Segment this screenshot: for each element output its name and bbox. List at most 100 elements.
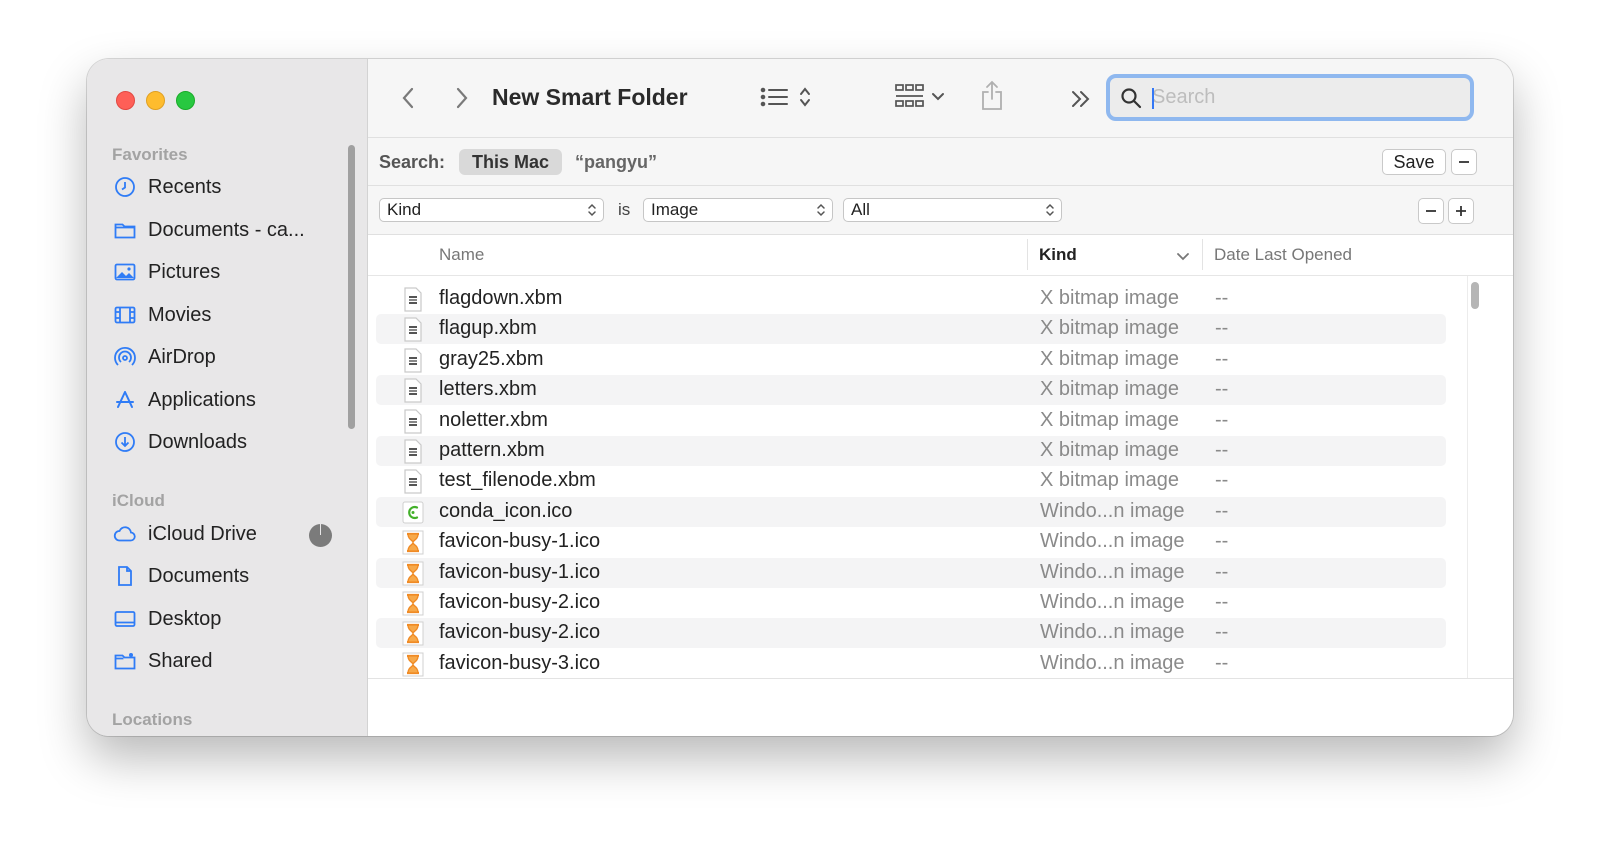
file-row[interactable]: letters.xbm X bitmap image -- xyxy=(376,375,1446,406)
column-date-header[interactable]: Date Last Opened xyxy=(1214,245,1352,265)
column-divider[interactable] xyxy=(1202,239,1203,270)
hourglass-icon xyxy=(402,561,424,586)
hourglass-icon xyxy=(402,530,424,555)
sidebar-section-locations: Locations xyxy=(112,710,193,729)
sidebar-item-pictures[interactable]: Pictures xyxy=(112,256,342,288)
toolbar-overflow-button[interactable] xyxy=(1068,85,1094,113)
remove-search-button[interactable] xyxy=(1451,149,1477,175)
sidebar-item-recents[interactable]: Recents xyxy=(112,171,342,203)
criteria-attribute-popup[interactable]: Kind xyxy=(379,198,604,222)
sidebar-item-movies[interactable]: Movies xyxy=(112,299,342,331)
file-row[interactable]: noletter.xbm X bitmap image -- xyxy=(376,406,1446,436)
scope-this-mac-button[interactable]: This Mac xyxy=(459,149,562,175)
sidebar-item-label: Documents xyxy=(148,564,250,587)
file-row[interactable]: test_filenode.xbm X bitmap image -- xyxy=(376,466,1446,496)
sidebar-item-applications[interactable]: Applications xyxy=(112,384,342,416)
file-name: flagup.xbm xyxy=(439,317,537,340)
sidebar-item-icloud-drive[interactable]: iCloud Drive xyxy=(112,518,342,550)
save-button[interactable]: Save xyxy=(1382,149,1446,175)
minimize-window-button[interactable] xyxy=(146,91,165,110)
add-criteria-button[interactable] xyxy=(1448,198,1474,224)
up-down-arrows-icon xyxy=(1046,203,1054,217)
list-view-icon xyxy=(760,87,788,107)
file-name: pattern.xbm xyxy=(439,439,545,461)
view-options-button[interactable] xyxy=(754,79,818,115)
remove-criteria-button[interactable] xyxy=(1418,198,1444,224)
list-scroll-track xyxy=(1467,276,1468,678)
hourglass-icon xyxy=(402,621,424,646)
shared-folder-icon xyxy=(112,648,138,674)
sidebar-item-label: Pictures xyxy=(148,260,221,283)
applications-icon xyxy=(112,387,138,413)
file-row[interactable]: favicon-busy-2.ico Windo...n image -- xyxy=(376,618,1446,649)
scope-query-button[interactable]: “pangyu” xyxy=(575,152,657,173)
file-row[interactable]: flagup.xbm X bitmap image -- xyxy=(376,314,1446,345)
photo-icon xyxy=(112,259,138,285)
file-row[interactable]: flagdown.xbm X bitmap image -- xyxy=(376,284,1446,314)
desktop-icon xyxy=(112,606,138,632)
xbm-file-icon xyxy=(402,439,424,464)
criteria-subvalue-popup[interactable]: All xyxy=(843,198,1062,222)
file-name: conda_icon.ico xyxy=(439,499,573,522)
file-date-last-opened: -- xyxy=(1215,287,1229,309)
column-name-header[interactable]: Name xyxy=(439,245,484,265)
sidebar-item-downloads[interactable]: Downloads xyxy=(112,426,342,458)
file-row[interactable]: favicon-busy-3.ico Windo...n image -- xyxy=(376,649,1446,678)
file-name: favicon-busy-1.ico xyxy=(439,560,601,583)
file-kind: X bitmap image xyxy=(1040,408,1179,431)
column-kind-header[interactable]: Kind xyxy=(1039,245,1077,265)
xbm-file-icon xyxy=(402,287,424,312)
file-name: flagdown.xbm xyxy=(439,287,563,309)
sidebar-item-airdrop[interactable]: AirDrop xyxy=(112,341,342,373)
sidebar-item-label: Desktop xyxy=(148,607,222,630)
sidebar-item-documents-cloud[interactable]: Documents - ca... xyxy=(112,214,342,246)
back-button[interactable] xyxy=(394,81,422,115)
file-kind: X bitmap image xyxy=(1040,439,1179,461)
hourglass-icon xyxy=(402,591,424,616)
sidebar-scrollbar[interactable] xyxy=(348,145,355,429)
file-name: noletter.xbm xyxy=(439,408,548,431)
conda-icon xyxy=(402,500,424,525)
file-row[interactable]: favicon-busy-2.ico Windo...n image -- xyxy=(376,588,1446,618)
download-icon xyxy=(112,429,138,455)
double-chevron-right-icon xyxy=(1072,91,1090,107)
file-row[interactable]: pattern.xbm X bitmap image -- xyxy=(376,436,1446,466)
forward-button[interactable] xyxy=(448,81,476,115)
file-row[interactable]: gray25.xbm X bitmap image -- xyxy=(376,345,1446,375)
file-name: favicon-busy-3.ico xyxy=(439,651,601,674)
close-window-button[interactable] xyxy=(116,91,135,110)
share-button[interactable] xyxy=(978,77,1006,115)
zoom-window-button[interactable] xyxy=(176,91,195,110)
search-scope-bar: Search: This Mac “pangyu” Save xyxy=(368,138,1513,186)
file-kind: Windo...n image xyxy=(1040,651,1185,674)
file-row[interactable]: conda_icon.ico Windo...n image -- xyxy=(376,496,1446,527)
sort-descending-chevron-icon[interactable] xyxy=(1176,252,1190,261)
clock-icon xyxy=(112,174,138,200)
column-divider[interactable] xyxy=(1027,239,1028,270)
sidebar-item-shared[interactable]: Shared xyxy=(112,645,342,677)
file-date-last-opened: -- xyxy=(1215,530,1229,553)
search-input[interactable] xyxy=(1152,86,1452,109)
share-icon xyxy=(982,80,1002,110)
list-scrollbar-thumb[interactable] xyxy=(1471,282,1479,309)
sidebar-section-icloud: iCloud xyxy=(112,491,165,510)
group-by-button[interactable] xyxy=(890,79,950,115)
file-date-last-opened: -- xyxy=(1215,408,1229,431)
file-row[interactable]: favicon-busy-1.ico Windo...n image -- xyxy=(376,527,1446,557)
up-down-chevron-icon xyxy=(800,87,810,107)
sidebar-item-icloud-documents[interactable]: Documents xyxy=(112,560,342,592)
file-date-last-opened: -- xyxy=(1215,591,1229,613)
xbm-file-icon xyxy=(402,378,424,403)
search-field[interactable] xyxy=(1106,74,1474,121)
search-scope-label: Search: xyxy=(379,152,446,172)
xbm-file-icon xyxy=(402,348,424,373)
plus-icon xyxy=(1456,206,1466,216)
file-kind: X bitmap image xyxy=(1040,347,1179,370)
criteria-value-popup[interactable]: Image xyxy=(643,198,833,222)
sidebar-section-favorites: Favorites xyxy=(112,145,188,164)
file-row[interactable]: favicon-busy-1.ico Windo...n image -- xyxy=(376,557,1446,588)
popup-value: Kind xyxy=(387,200,422,219)
sidebar-item-desktop[interactable]: Desktop xyxy=(112,603,342,635)
xbm-file-icon xyxy=(402,408,424,434)
up-down-arrows-icon xyxy=(817,203,825,217)
